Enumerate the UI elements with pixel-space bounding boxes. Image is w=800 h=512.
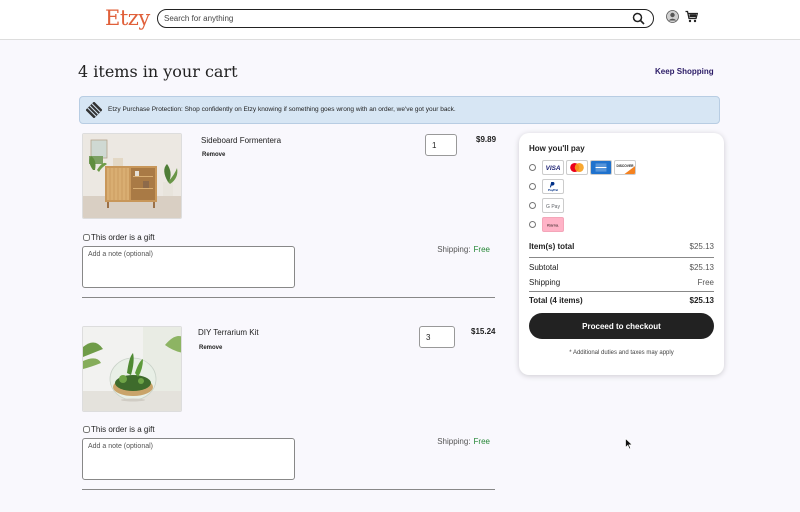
shipping-value: Free bbox=[473, 245, 490, 254]
quantity-input[interactable] bbox=[425, 134, 457, 156]
cart-item: DIY Terrarium Kit Remove $15.24 This ord… bbox=[80, 326, 495, 491]
summary-divider bbox=[529, 257, 714, 258]
page-title: 4 items in your cart bbox=[78, 62, 238, 81]
payment-option-klarna[interactable]: Klarna. bbox=[529, 217, 566, 232]
shipping-label: Shipping: bbox=[437, 437, 471, 446]
terrarium-photo[interactable] bbox=[82, 326, 182, 412]
svg-text:PayPal: PayPal bbox=[548, 188, 558, 192]
item-divider bbox=[82, 489, 495, 490]
google-pay-icon: G Pay bbox=[542, 198, 564, 213]
items-total-value: $25.13 bbox=[689, 242, 714, 251]
payment-summary-panel: How you'll pay VISA DISCOVER PayPal G Pa… bbox=[519, 133, 724, 375]
top-navigation-bar: Etzy bbox=[0, 0, 800, 40]
payment-option-paypal[interactable]: PayPal bbox=[529, 179, 566, 194]
purchase-protection-banner: Etzy Purchase Protection: Shop confident… bbox=[79, 96, 720, 124]
paypal-radio[interactable] bbox=[529, 183, 536, 190]
account-icon[interactable] bbox=[666, 10, 679, 23]
total-value: $25.13 bbox=[689, 296, 714, 305]
gpay-radio[interactable] bbox=[529, 202, 536, 209]
payment-option-gpay[interactable]: G Pay bbox=[529, 198, 566, 213]
amex-icon bbox=[590, 160, 612, 175]
gift-checkbox-row[interactable]: This order is a gift bbox=[83, 425, 155, 434]
item-price: $15.24 bbox=[471, 327, 496, 336]
sideboard-photo[interactable] bbox=[82, 133, 182, 219]
remove-button[interactable]: Remove bbox=[202, 152, 225, 158]
subtotal-label: Subtotal bbox=[529, 263, 559, 272]
subtotal-value: $25.13 bbox=[689, 263, 714, 272]
note-textarea[interactable] bbox=[82, 438, 295, 480]
search-bar bbox=[157, 9, 654, 28]
svg-text:VISA: VISA bbox=[546, 165, 561, 172]
svg-text:G Pay: G Pay bbox=[546, 204, 560, 210]
klarna-radio[interactable] bbox=[529, 221, 536, 228]
visa-icon: VISA bbox=[542, 160, 564, 175]
klarna-icon: Klarna. bbox=[542, 217, 564, 232]
gift-label: This order is a gift bbox=[91, 425, 155, 434]
shipping-summary-label: Shipping bbox=[529, 278, 561, 287]
quantity-input[interactable] bbox=[419, 326, 455, 348]
card-radio[interactable] bbox=[529, 164, 536, 171]
search-input[interactable] bbox=[164, 12, 624, 25]
duties-note: * Additional duties and taxes may apply bbox=[569, 350, 674, 356]
payment-title: How you'll pay bbox=[529, 144, 585, 153]
item-shipping: Shipping: Free bbox=[437, 245, 490, 254]
discover-icon: DISCOVER bbox=[614, 160, 636, 175]
summary-divider bbox=[529, 291, 714, 292]
item-name[interactable]: Sideboard Formentera bbox=[201, 136, 281, 145]
shipping-summary-value: Free bbox=[697, 278, 714, 287]
proceed-to-checkout-button[interactable]: Proceed to checkout bbox=[529, 313, 714, 339]
item-name[interactable]: DIY Terrarium Kit bbox=[198, 328, 259, 337]
shipping-label: Shipping: bbox=[437, 245, 471, 254]
mouse-cursor-icon bbox=[625, 437, 634, 450]
total-label: Total (4 items) bbox=[529, 296, 583, 305]
shipping-value: Free bbox=[473, 437, 490, 446]
cart-icon[interactable] bbox=[685, 10, 699, 23]
items-total-label: Item(s) total bbox=[529, 242, 575, 251]
item-divider bbox=[82, 297, 495, 298]
remove-button[interactable]: Remove bbox=[199, 345, 222, 351]
mastercard-icon bbox=[566, 160, 588, 175]
keep-shopping-link[interactable]: Keep Shopping bbox=[655, 67, 714, 76]
gift-checkbox[interactable] bbox=[83, 426, 90, 433]
etzy-logo[interactable]: Etzy bbox=[105, 6, 150, 30]
paypal-icon: PayPal bbox=[542, 179, 564, 194]
note-textarea[interactable] bbox=[82, 246, 295, 288]
search-icon[interactable] bbox=[632, 12, 645, 25]
svg-text:Klarna.: Klarna. bbox=[547, 223, 559, 227]
purchase-protection-icon bbox=[85, 101, 103, 119]
cart-item: Sideboard Formentera Remove $9.89 This o… bbox=[80, 133, 497, 298]
svg-text:DISCOVER: DISCOVER bbox=[616, 164, 634, 168]
gift-checkbox-row[interactable]: This order is a gift bbox=[83, 233, 155, 242]
gift-label: This order is a gift bbox=[91, 233, 155, 242]
payment-option-cards[interactable]: VISA DISCOVER bbox=[529, 160, 638, 175]
banner-text: Etzy Purchase Protection: Shop confident… bbox=[108, 106, 456, 113]
gift-checkbox[interactable] bbox=[83, 234, 90, 241]
item-price: $9.89 bbox=[476, 135, 497, 144]
item-shipping: Shipping: Free bbox=[437, 437, 490, 446]
